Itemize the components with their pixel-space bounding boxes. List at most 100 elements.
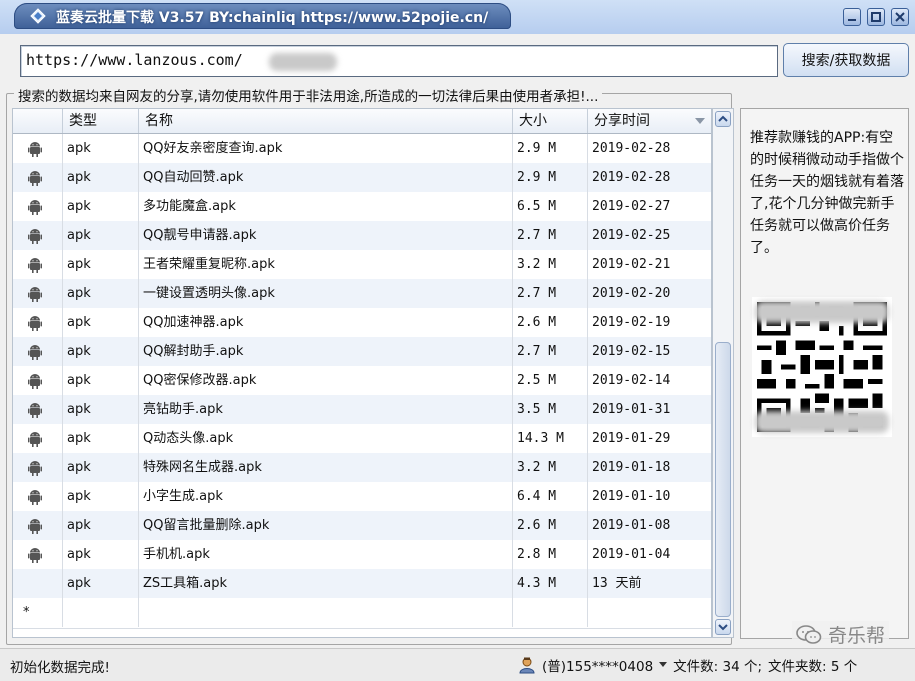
close-button[interactable] <box>891 8 909 26</box>
search-button[interactable]: 搜索/获取数据 <box>783 43 909 77</box>
cell-size: 2.7 M <box>513 279 588 308</box>
notice-text: 搜索的数据均来自网友的分享,请勿使用软件用于非法用途,所造成的一切法律后果由使用… <box>14 85 603 105</box>
cell-icon <box>13 395 63 424</box>
promo-text: 推荐款赚钱的APP:有空的时候稍微动动手指做个任务一天的烟钱就有着落了,花个几分… <box>750 130 904 256</box>
header-date-label: 分享时间 <box>594 113 650 129</box>
cell-name: QQ密保修改器.apk <box>139 366 513 395</box>
user-account[interactable]: (普)155****0408 <box>542 655 653 675</box>
dropdown-arrow-icon[interactable] <box>659 662 668 668</box>
table-row[interactable]: apk ZS工具箱.apk 4.3 M 13 天前 <box>13 569 711 599</box>
cell-icon <box>13 511 63 540</box>
watermark: 奇乐帮 <box>792 621 890 648</box>
android-icon <box>28 403 42 418</box>
table-row[interactable]: apk QQ加速神器.apk 2.6 M 2019-02-19 <box>13 308 711 338</box>
android-icon <box>28 171 42 186</box>
header-name[interactable]: 名称 <box>139 109 513 133</box>
android-icon <box>28 316 42 331</box>
table-row[interactable]: apk 手机机.apk 2.8 M 2019-01-04 <box>13 540 711 570</box>
new-row-cell[interactable] <box>513 598 588 627</box>
table-row[interactable]: apk Q动态头像.apk 14.3 M 2019-01-29 <box>13 424 711 454</box>
file-grid[interactable]: 类型 名称 大小 分享时间 apk QQ好友亲密度查询.apk 2.9 M 2019-… <box>12 108 712 638</box>
table-row[interactable]: apk QQ密保修改器.apk 2.5 M 2019-02-14 <box>13 366 711 396</box>
table-row[interactable]: apk QQ解封助手.apk 2.7 M 2019-02-15 <box>13 337 711 367</box>
new-row-cell[interactable] <box>63 598 139 627</box>
cell-size: 14.3 M <box>513 424 588 453</box>
cell-icon <box>13 134 63 163</box>
cell-name: QQ留言批量删除.apk <box>139 511 513 540</box>
android-icon <box>28 374 42 389</box>
cell-date: 2019-02-28 <box>588 163 711 192</box>
cell-name: 王者荣耀重复昵称.apk <box>139 250 513 279</box>
table-row[interactable]: apk 小字生成.apk 6.4 M 2019-01-10 <box>13 482 711 512</box>
cell-name: 特殊网名生成器.apk <box>139 453 513 482</box>
cell-type: apk <box>63 337 139 366</box>
scroll-down-button[interactable] <box>715 619 731 635</box>
android-icon <box>28 345 42 360</box>
app-icon <box>30 8 46 24</box>
table-row[interactable]: apk 特殊网名生成器.apk 3.2 M 2019-01-18 <box>13 453 711 483</box>
cell-date: 2019-01-29 <box>588 424 711 453</box>
cell-name: 一键设置透明头像.apk <box>139 279 513 308</box>
android-icon <box>28 142 42 157</box>
chevron-up-icon <box>718 115 728 122</box>
header-size[interactable]: 大小 <box>513 109 588 133</box>
cell-type: apk <box>63 540 139 569</box>
cell-date: 2019-02-27 <box>588 192 711 221</box>
folder-count: 文件夹数: 5 个 <box>768 659 858 675</box>
cell-name: 手机机.apk <box>139 540 513 569</box>
sort-desc-icon <box>695 118 705 124</box>
new-row-cell[interactable] <box>139 598 513 627</box>
cell-size: 2.7 M <box>513 221 588 250</box>
cell-date: 2019-01-04 <box>588 540 711 569</box>
cell-name: 小字生成.apk <box>139 482 513 511</box>
cell-icon <box>13 192 63 221</box>
scroll-up-button[interactable] <box>715 111 731 127</box>
header-type[interactable]: 类型 <box>63 109 139 133</box>
new-row-cell[interactable] <box>588 598 711 627</box>
promo-panel: 推荐款赚钱的APP:有空的时候稍微动动手指做个任务一天的烟钱就有着落了,花个几分… <box>740 108 909 639</box>
cell-icon <box>13 540 63 569</box>
url-input[interactable]: https://www.lanzous.com/ <box>20 45 778 77</box>
table-row[interactable]: apk QQ自动回赞.apk 2.9 M 2019-02-28 <box>13 163 711 193</box>
cell-type: apk <box>63 395 139 424</box>
new-row[interactable]: * <box>13 598 711 629</box>
cell-name: 多功能魔盒.apk <box>139 192 513 221</box>
cell-date: 2019-01-10 <box>588 482 711 511</box>
cell-date: 2019-01-08 <box>588 511 711 540</box>
cell-date: 2019-02-25 <box>588 221 711 250</box>
status-bar: 初始化数据完成! (普)155****0408 文件数: 34 个; 文件夹数:… <box>0 648 915 681</box>
cell-size: 3.5 M <box>513 395 588 424</box>
table-row[interactable]: apk QQ靓号申请器.apk 2.7 M 2019-02-25 <box>13 221 711 251</box>
cell-size: 2.6 M <box>513 511 588 540</box>
table-row[interactable]: apk 一键设置透明头像.apk 2.7 M 2019-02-20 <box>13 279 711 309</box>
cell-type: apk <box>63 424 139 453</box>
table-row[interactable]: apk QQ留言批量删除.apk 2.6 M 2019-01-08 <box>13 511 711 541</box>
cell-name: QQ好友亲密度查询.apk <box>139 134 513 163</box>
header-date[interactable]: 分享时间 <box>588 109 711 133</box>
cell-icon <box>13 569 63 598</box>
android-icon <box>28 229 42 244</box>
maximize-button[interactable] <box>867 8 885 26</box>
minimize-button[interactable] <box>843 8 861 26</box>
table-row[interactable]: apk QQ好友亲密度查询.apk 2.9 M 2019-02-28 <box>13 134 711 164</box>
cell-icon <box>13 337 63 366</box>
maximize-icon <box>871 12 881 22</box>
table-row[interactable]: apk 亮钻助手.apk 3.5 M 2019-01-31 <box>13 395 711 425</box>
table-row[interactable]: apk 王者荣耀重复昵称.apk 3.2 M 2019-02-21 <box>13 250 711 280</box>
minimize-icon <box>848 19 856 21</box>
cell-size: 2.8 M <box>513 540 588 569</box>
cell-icon <box>13 424 63 453</box>
android-icon <box>28 200 42 215</box>
scroll-thumb[interactable] <box>715 342 731 617</box>
android-icon <box>28 519 42 534</box>
cell-type: apk <box>63 482 139 511</box>
grid-scrollbar[interactable] <box>712 108 734 638</box>
cell-date: 2019-02-20 <box>588 279 711 308</box>
cell-type: apk <box>63 134 139 163</box>
table-row[interactable]: apk 多功能魔盒.apk 6.5 M 2019-02-27 <box>13 192 711 222</box>
cell-size: 4.3 M <box>513 569 588 598</box>
title-bar: 蓝奏云批量下载 V3.57 BY:chainliq https://www.52… <box>0 0 915 34</box>
cell-size: 2.7 M <box>513 337 588 366</box>
android-icon <box>28 461 42 476</box>
cell-icon <box>13 453 63 482</box>
